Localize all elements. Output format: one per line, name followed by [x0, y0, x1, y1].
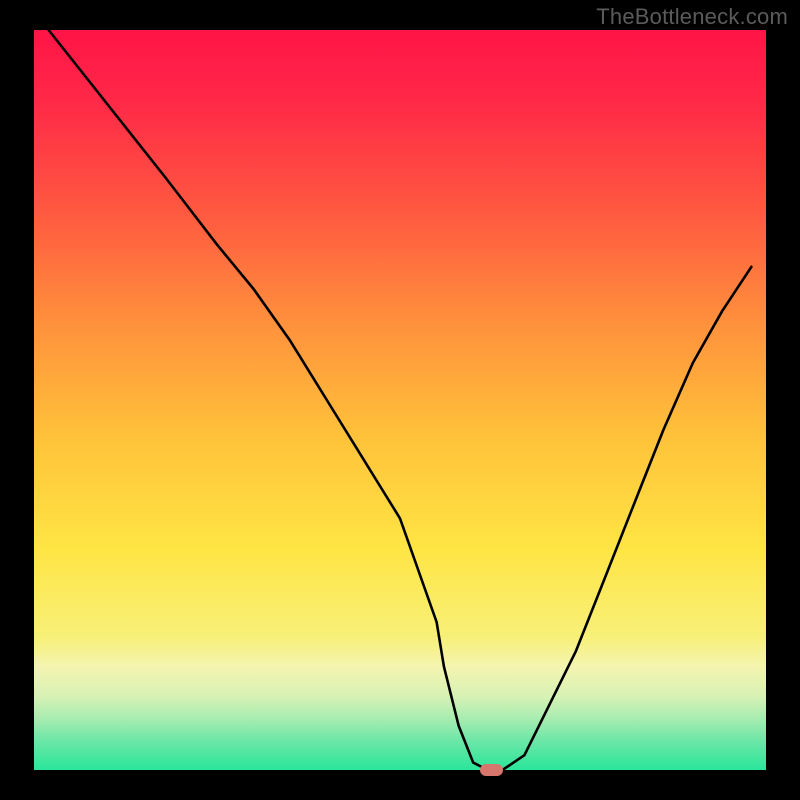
optimal-marker [481, 765, 503, 776]
chart-svg [0, 0, 800, 800]
watermark-text: TheBottleneck.com [596, 4, 788, 30]
bottleneck-chart: TheBottleneck.com [0, 0, 800, 800]
plot-area [34, 30, 766, 770]
